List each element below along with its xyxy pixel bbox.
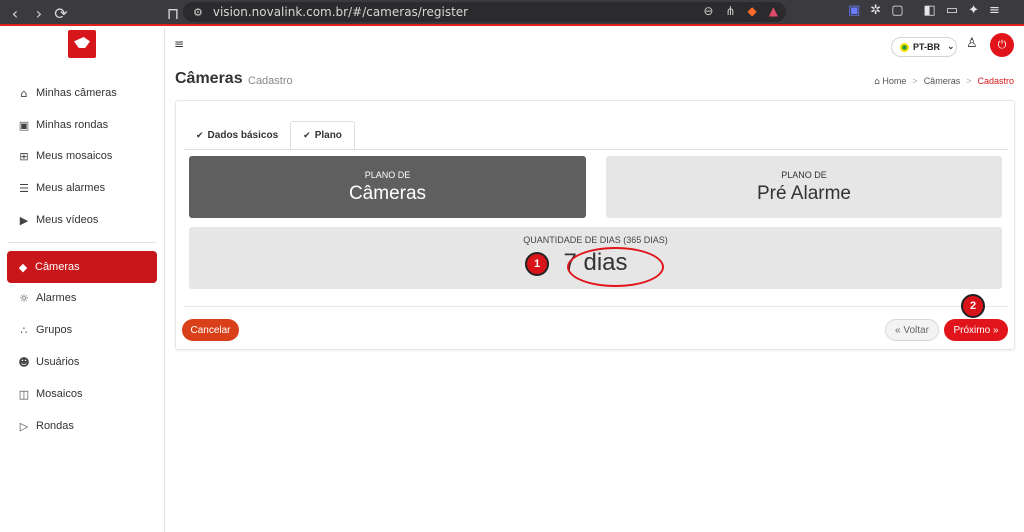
plan-cameras-option[interactable]: PLANO DE Câmeras (189, 156, 586, 218)
plan-label: PLANO DE (781, 169, 827, 180)
brazil-flag-icon (900, 42, 909, 52)
plan-value: Pré Alarme (757, 182, 851, 204)
plan-label: PLANO DE (364, 169, 411, 180)
brave-shield-icon[interactable]: ◆ (748, 4, 757, 18)
ai-icon[interactable]: ✦ (968, 3, 979, 18)
sidebar-item-label: Câmeras (35, 261, 80, 273)
back-icon[interactable]: ‹ (4, 2, 26, 24)
plan-pre-alarm-option[interactable]: PLANO DE Pré Alarme (606, 156, 1002, 218)
camera-icon: ◆ (18, 260, 28, 274)
url-text: vision.novalink.com.br/#/cameras/registe… (212, 5, 469, 19)
sidebar-item-label: Meus vídeos (36, 214, 99, 226)
check-icon: ✔ (196, 130, 204, 141)
logout-button[interactable]: ⏻ (990, 33, 1014, 57)
sidebar-item-label: Rondas (36, 420, 74, 432)
page-title: Câmeras (175, 70, 243, 87)
language-selector[interactable]: PT-BR ⌄ (891, 37, 957, 57)
sidebar-item-meus-mosaicos[interactable]: ⊞ Meus mosaicos (8, 141, 158, 171)
check-icon: ✔ (303, 130, 311, 141)
tab-plano[interactable]: ✔ Plano (290, 121, 355, 150)
step-marker-2: 2 (961, 294, 985, 318)
breadcrumb: ⌂ Home > Câmeras > Cadastro (874, 76, 1014, 87)
sidebar-item-alarmes[interactable]: ☼ Alarmes (8, 283, 158, 313)
sidebar-item-meus-videos[interactable]: ▶ Meus vídeos (8, 205, 158, 235)
sidebar-item-grupos[interactable]: ∴ Grupos (8, 315, 158, 345)
sidebar-item-rondas[interactable]: ▷ Rondas (8, 411, 158, 441)
step-marker-1: 1 (525, 252, 549, 276)
puzzle-icon[interactable]: ✲ (870, 3, 881, 18)
patrol-icon: ▷ (19, 419, 29, 433)
days-selector[interactable]: QUANTIDADE DE DIAS (365 DIAS) 7 dias 1 (189, 227, 1002, 289)
address-bar[interactable]: ⚙ vision.novalink.com.br/#/cameras/regis… (183, 2, 786, 22)
alarm-icon: ☰ (19, 181, 29, 195)
cancel-button[interactable]: Cancelar (182, 319, 239, 341)
menu-icon[interactable]: ≡ (989, 3, 1000, 18)
breadcrumb-cameras[interactable]: Câmeras (924, 76, 961, 87)
language-label: PT-BR (913, 42, 940, 52)
forward-icon[interactable]: › (28, 2, 50, 24)
users-icon: ☻ (18, 355, 30, 369)
chevron-down-icon: ⌄ (947, 42, 955, 52)
tabs-divider (184, 149, 1008, 150)
group-icon: ∴ (20, 323, 28, 337)
brand-logo[interactable] (68, 30, 96, 58)
user-icon[interactable]: ♙ (966, 36, 978, 51)
sidebar-item-minhas-rondas[interactable]: ▣ Minhas rondas (8, 110, 158, 140)
back-button[interactable]: « Voltar (885, 319, 939, 341)
siren-icon: ☼ (19, 291, 29, 305)
zoom-icon[interactable]: ⊖ (703, 4, 713, 18)
sidebar-item-label: Mosaicos (36, 388, 83, 400)
reload-icon[interactable]: ⟳ (50, 2, 72, 24)
tab-dados-basicos[interactable]: ✔ Dados básicos (184, 121, 290, 150)
days-label: QUANTIDADE DE DIAS (365 DIAS) (523, 235, 668, 245)
rewards-icon[interactable]: ▲ (769, 4, 778, 18)
card-divider (184, 306, 1008, 307)
home-icon: ⌂ (874, 77, 880, 87)
sidebar-divider (8, 242, 156, 243)
register-card: ✔ Dados básicos ✔ Plano PLANO DE Câmeras… (175, 100, 1015, 350)
sidebar-item-cameras[interactable]: ◆ Câmeras (7, 251, 157, 283)
tabs: ✔ Dados básicos ✔ Plano (184, 121, 355, 150)
play-square-icon: ▣ (18, 118, 30, 132)
grid-icon: ⊞ (19, 149, 29, 163)
sidebar-item-mosaicos[interactable]: ◫ Mosaicos (8, 379, 158, 409)
highlight-ellipse (567, 247, 664, 287)
wallet-icon[interactable]: ▭ (946, 3, 958, 18)
sidebar-item-label: Meus mosaicos (36, 150, 113, 162)
sidebar-item-meus-alarmes[interactable]: ☰ Meus alarmes (8, 173, 158, 203)
breadcrumb-current: Cadastro (977, 76, 1014, 86)
site-info-icon[interactable]: ⚙ (193, 6, 203, 19)
home-icon: ⌂ (20, 86, 28, 100)
sidebar-item-label: Grupos (36, 324, 73, 336)
sidebar-item-label: Meus alarmes (36, 182, 106, 194)
play-circle-icon: ▶ (19, 213, 29, 227)
sidebar-item-minhas-cameras[interactable]: ⌂ Minhas câmeras (8, 78, 158, 108)
tab-label: Plano (314, 130, 342, 141)
screenshot-icon[interactable]: ▢ (891, 3, 903, 18)
extension-icon[interactable]: ▣ (848, 3, 860, 18)
mosaic-icon: ◫ (18, 387, 30, 401)
sidebar-item-label: Minhas rondas (36, 119, 109, 131)
sidebar: ⌂ Minhas câmeras ▣ Minhas rondas ⊞ Meus … (0, 28, 165, 532)
next-button[interactable]: Próximo » (944, 319, 1008, 341)
plan-value: Câmeras (348, 182, 427, 204)
page-subtitle: Cadastro (248, 75, 293, 87)
breadcrumb-separator: > (912, 76, 918, 86)
breadcrumb-home[interactable]: ⌂ Home (874, 76, 906, 87)
bookmark-icon[interactable]: ⊓ (162, 2, 184, 24)
sidebar-item-label: Alarmes (36, 292, 77, 304)
sidebar-toggle-icon[interactable]: ◧ (924, 3, 936, 18)
browser-toolbar: ‹ › ⟳ ⊓ ⚙ vision.novalink.com.br/#/camer… (0, 0, 1024, 26)
breadcrumb-separator: > (966, 76, 972, 86)
sidebar-item-label: Usuários (36, 356, 80, 368)
share-icon[interactable]: ⋔ (725, 4, 735, 18)
sidebar-item-usuarios[interactable]: ☻ Usuários (8, 347, 158, 377)
tab-label: Dados básicos (207, 130, 279, 141)
sidebar-item-label: Minhas câmeras (36, 87, 117, 99)
hamburger-menu-icon[interactable]: ≡ (174, 37, 184, 51)
